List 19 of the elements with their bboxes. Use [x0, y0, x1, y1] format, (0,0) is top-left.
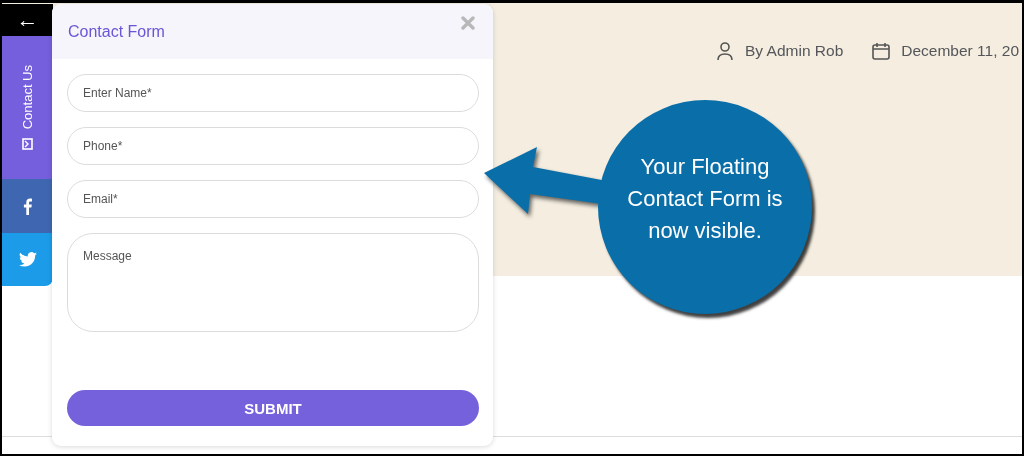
mail-icon [22, 137, 33, 150]
user-icon [715, 41, 736, 61]
back-button[interactable]: ← [2, 4, 53, 36]
bird-icon [18, 252, 37, 267]
message-field[interactable]: Message [67, 233, 479, 332]
facebook-icon [23, 197, 32, 215]
form-title: Contact Form [68, 22, 165, 41]
twitter-button[interactable] [2, 233, 53, 286]
contact-us-tab[interactable]: Contact Us [2, 36, 53, 179]
callout-text: Your Floating Contact Form is now visible. [626, 153, 784, 245]
post-date: December 11, 20 [901, 42, 1019, 60]
submit-button[interactable]: SUBMIT [67, 390, 479, 426]
input-field[interactable]: Phone* [67, 127, 479, 165]
author-name: By Admin Rob [745, 42, 844, 60]
facebook-button[interactable] [2, 179, 53, 233]
calendar-icon [871, 41, 892, 61]
input-field[interactable]: Email* [67, 180, 479, 218]
close-icon[interactable] [461, 16, 475, 30]
input-field[interactable]: Enter Name* [67, 74, 479, 112]
